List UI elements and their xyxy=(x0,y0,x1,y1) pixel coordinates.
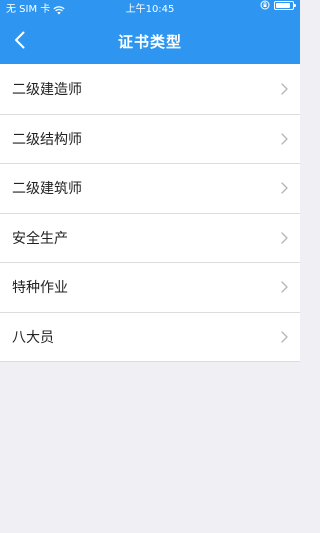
chevron-right-icon xyxy=(281,182,288,194)
list-item-label: 特种作业 xyxy=(12,280,68,297)
status-bar: 无 SIM 卡 上午10:45 xyxy=(0,0,300,20)
list-item-1[interactable]: 二级建造师 xyxy=(0,64,300,114)
orientation-lock-icon xyxy=(260,0,270,10)
status-time: 上午10:45 xyxy=(125,4,175,15)
list-item-2[interactable]: 二级结构师 xyxy=(0,113,300,163)
list-item-label: 八大员 xyxy=(12,329,54,346)
status-right xyxy=(260,0,296,10)
list-item-label: 安全生产 xyxy=(12,230,68,247)
list-item-6[interactable]: 八大员 xyxy=(0,311,300,361)
list-item-label: 二级结构师 xyxy=(12,131,82,148)
header: 无 SIM 卡 上午10:45 证书类型 xyxy=(0,0,300,64)
certificate-type-list: 二级建造师 二级结构师 二级建筑师 安全生产 特种作业 八大员 xyxy=(0,64,300,361)
chevron-right-icon xyxy=(281,232,288,244)
list-item-label: 二级建筑师 xyxy=(12,181,82,198)
chevron-right-icon xyxy=(281,281,288,293)
list-item-3[interactable]: 二级建筑师 xyxy=(0,163,300,213)
chevron-right-icon xyxy=(281,83,288,95)
chevron-right-icon xyxy=(281,331,288,343)
list-divider xyxy=(0,361,300,362)
battery-icon xyxy=(274,0,296,10)
list-item-5[interactable]: 特种作业 xyxy=(0,262,300,312)
screen: 无 SIM 卡 上午10:45 证书类型 二级建造师 二级结构师 二级建筑师 安… xyxy=(0,0,300,533)
chevron-right-icon xyxy=(281,133,288,145)
list-item-4[interactable]: 安全生产 xyxy=(0,212,300,262)
list-item-label: 二级建造师 xyxy=(12,81,82,98)
page-title: 证书类型 xyxy=(117,33,182,51)
battery-level xyxy=(276,2,290,8)
nav-bar: 证书类型 xyxy=(0,20,300,64)
